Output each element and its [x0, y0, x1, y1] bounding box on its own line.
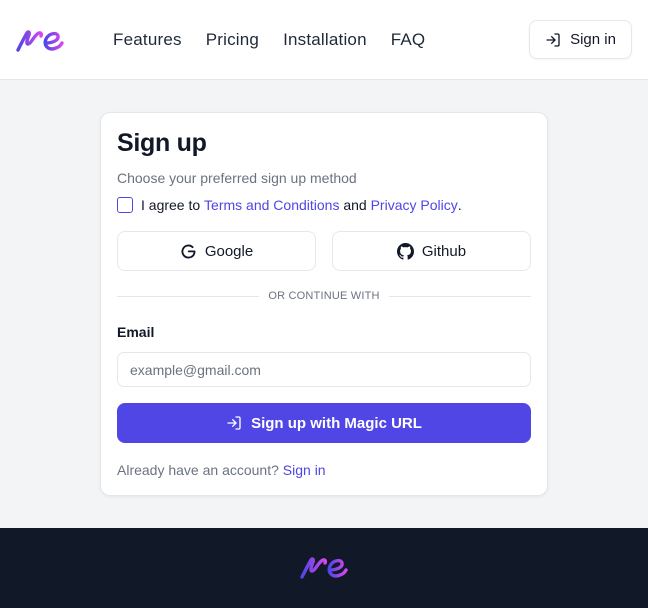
agree-suffix: . [457, 197, 462, 213]
footer-logo[interactable] [299, 551, 349, 583]
signin-link[interactable]: Sign in [283, 462, 326, 478]
google-label: Google [204, 242, 254, 260]
have-account-line: Already have an account? Sign in [117, 462, 326, 478]
divider-line-right [388, 295, 532, 297]
email-label: Email [117, 324, 155, 340]
sign-in-icon [546, 32, 560, 47]
terms-agreement: I agree to Terms and Conditions and Priv… [117, 197, 462, 213]
divider-text: OR CONTINUE WITH [268, 290, 380, 302]
header-signin-label: Sign in [570, 31, 616, 48]
privacy-link[interactable]: Privacy Policy [371, 197, 458, 213]
github-signup-button[interactable]: Github [332, 231, 531, 271]
page-title: Sign up [117, 129, 207, 157]
divider-line-left [117, 295, 260, 297]
header-signin-button[interactable]: Sign in [529, 20, 632, 59]
email-input[interactable] [117, 352, 531, 387]
page-subtitle: Choose your preferred sign up method [117, 170, 357, 186]
or-divider: OR CONTINUE WITH [117, 288, 532, 304]
terms-checkbox[interactable] [117, 197, 133, 213]
agree-conjunction: and [343, 197, 367, 213]
signup-card: Sign up Choose your preferred sign up me… [100, 112, 548, 496]
google-signup-button[interactable]: Google [117, 231, 316, 271]
nav-pricing[interactable]: Pricing [206, 30, 259, 50]
nav-features[interactable]: Features [113, 30, 182, 50]
footer [0, 528, 648, 608]
magic-url-label: Sign up with Magic URL [251, 414, 422, 432]
terms-link[interactable]: Terms and Conditions [204, 197, 339, 213]
agree-prefix: I agree to [141, 197, 201, 213]
have-account-text: Already have an account? [117, 462, 279, 478]
magic-url-signup-button[interactable]: Sign up with Magic URL [117, 403, 531, 443]
sign-in-icon [227, 416, 241, 430]
app-logo[interactable] [15, 24, 65, 56]
top-navbar: Features Pricing Installation FAQ Sign i… [0, 0, 648, 80]
main-nav: Features Pricing Installation FAQ [113, 29, 449, 51]
google-icon [181, 244, 196, 258]
github-icon [396, 242, 414, 260]
github-label: Github [421, 242, 467, 260]
nav-faq[interactable]: FAQ [391, 30, 426, 50]
nav-installation[interactable]: Installation [283, 30, 367, 50]
